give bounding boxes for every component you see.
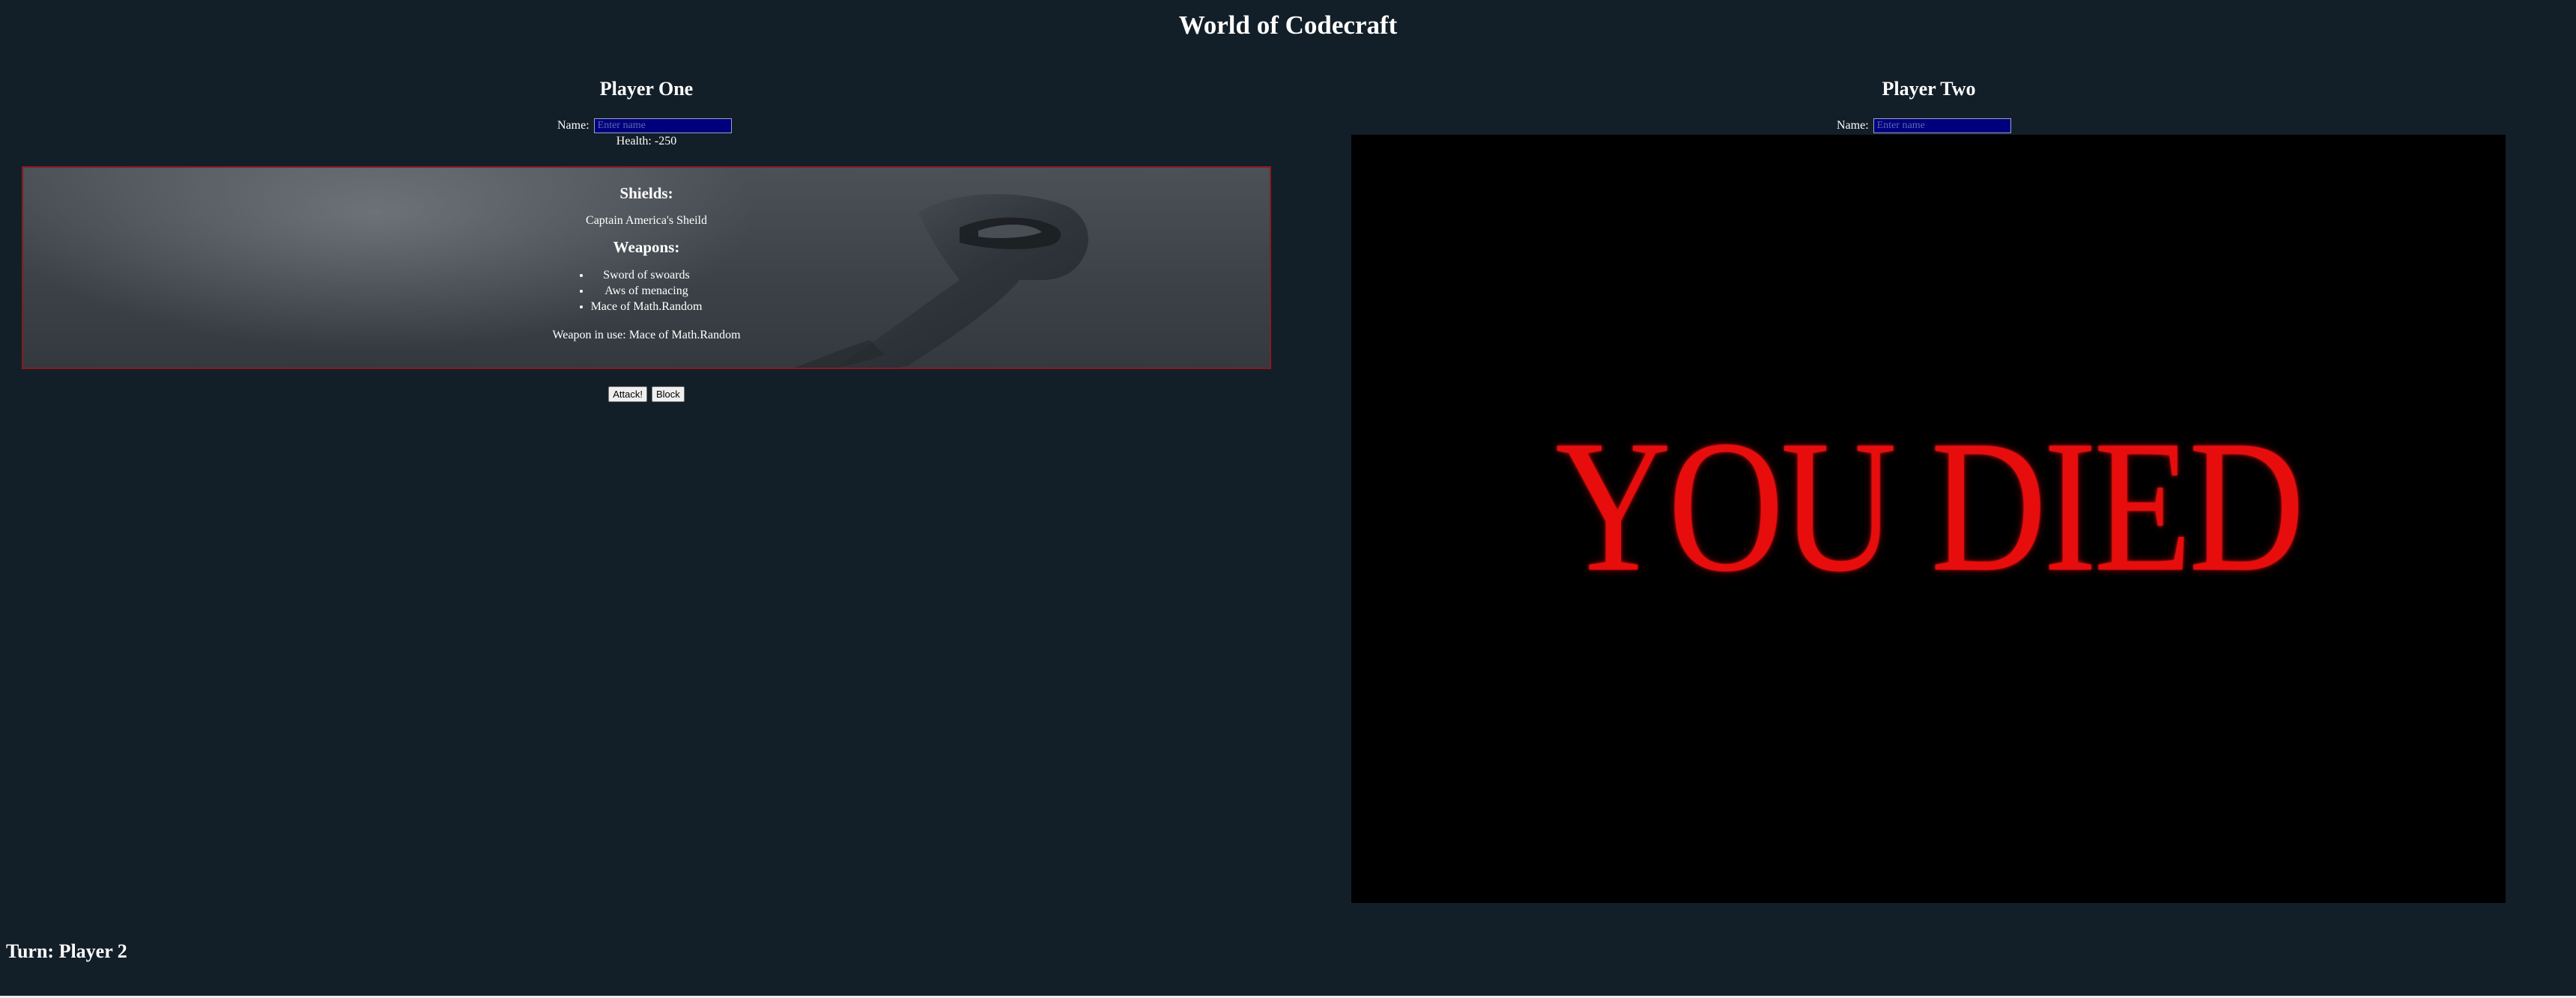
player-two-death-screen: YOU DIED <box>1351 135 2506 903</box>
game-title: World of Codecraft <box>1178 10 1398 40</box>
game-page: World of Codecraft Player One Name: Heal… <box>0 0 2576 998</box>
player-one-name-row: Name: <box>557 117 732 135</box>
player-two-name-row: Name: <box>1837 117 2011 135</box>
weapon-item: Aws of menacing <box>591 283 703 299</box>
player-one-actions: Attack! Block <box>0 386 1293 402</box>
block-button[interactable]: Block <box>651 386 685 402</box>
shield-item: Captain America's Sheild <box>586 214 707 227</box>
player-two-name-label: Name: <box>1837 119 1869 132</box>
player-two-title: Player Two <box>1882 78 1976 100</box>
shields-heading: Shields: <box>619 184 673 202</box>
player-one-inventory-panel: Shields: Captain America's Sheild Weapon… <box>22 166 1271 369</box>
weapon-item: Mace of Math.Random <box>591 299 703 314</box>
weapons-heading: Weapons: <box>613 238 680 256</box>
player-one-health: Health: -250 <box>616 135 677 147</box>
player-one-inventory: Shields: Captain America's Sheild Weapon… <box>23 168 1270 342</box>
weapon-in-use: Weapon in use: Mace of Math.Random <box>552 329 741 341</box>
you-died-banner: YOU DIED <box>1555 401 2304 612</box>
player-one-name-input[interactable] <box>593 118 732 133</box>
weapons-list: Sword of swoards Aws of menacing Mace of… <box>591 267 703 314</box>
player-one-name-label: Name: <box>557 119 590 132</box>
weapon-item: Sword of swoards <box>591 267 703 283</box>
player-two-name-input[interactable] <box>1873 118 2011 133</box>
turn-indicator: Turn: Player 2 <box>6 940 127 962</box>
player-one-title: Player One <box>599 78 694 100</box>
attack-button[interactable]: Attack! <box>608 386 647 402</box>
